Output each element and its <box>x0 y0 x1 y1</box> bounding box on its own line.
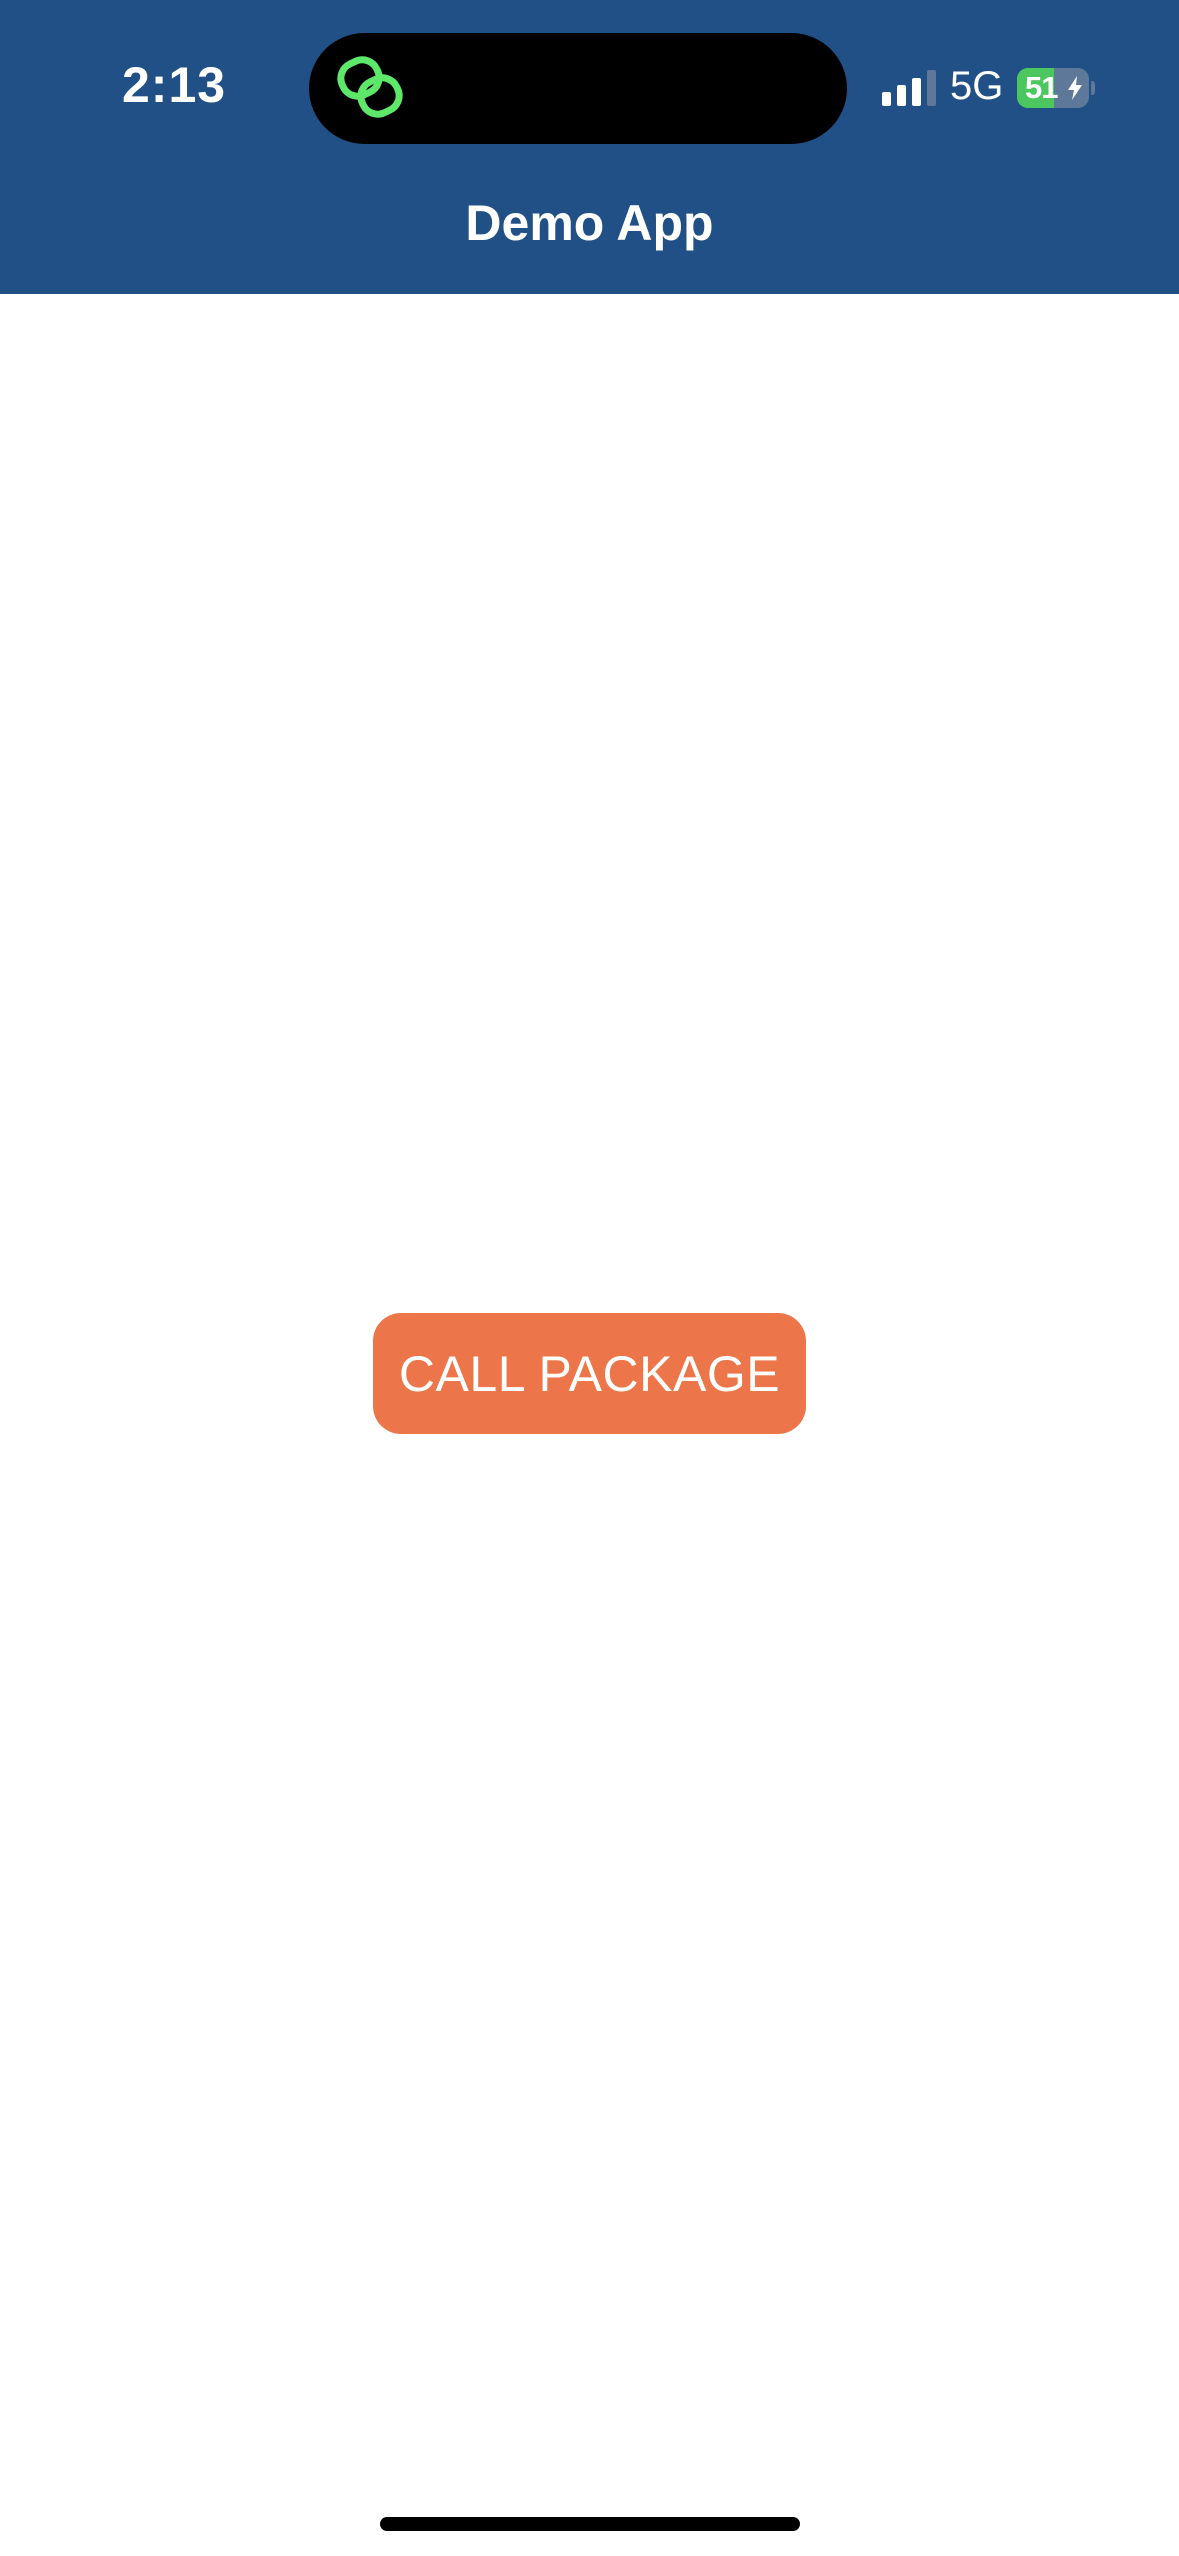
home-indicator[interactable] <box>380 2517 800 2531</box>
battery-cap <box>1091 81 1095 95</box>
call-package-button[interactable]: CALL PACKAGE <box>373 1313 806 1434</box>
battery-body: 51 <box>1017 68 1089 108</box>
charging-bolt-icon <box>1067 76 1083 100</box>
app-header: 2:13 5G 51 Demo App <box>0 0 1179 294</box>
page-title: Demo App <box>465 195 714 251</box>
app-screen: 2:13 5G 51 Demo App CALL PACKAGE <box>0 0 1179 2556</box>
linked-rings-icon <box>335 55 407 121</box>
signal-bars-icon <box>882 70 938 106</box>
network-type-label: 5G <box>950 64 1004 108</box>
status-time: 2:13 <box>122 57 227 113</box>
battery-indicator: 51 <box>1017 68 1095 108</box>
battery-percentage: 51 <box>1025 70 1058 105</box>
dynamic-island[interactable] <box>309 33 847 144</box>
